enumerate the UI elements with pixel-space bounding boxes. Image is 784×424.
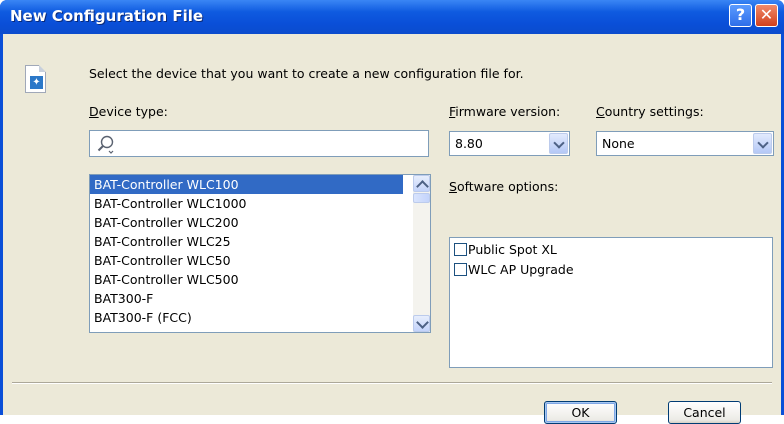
title-bar[interactable]: New Configuration File ? ✕ (0, 0, 784, 34)
device-list-scrollbar[interactable] (413, 175, 430, 332)
chevron-down-icon (553, 137, 565, 149)
firmware-version-select[interactable]: 8.80 (449, 131, 570, 156)
instruction-text: Select the device that you want to creat… (89, 66, 524, 81)
scroll-thumb[interactable] (413, 193, 430, 203)
firmware-dropdown-button[interactable] (549, 133, 568, 154)
scroll-down-button[interactable] (413, 315, 430, 332)
device-search-input[interactable] (89, 130, 429, 157)
checkbox[interactable] (454, 243, 467, 256)
list-item[interactable]: BAT-Controller WLC1000 (90, 194, 403, 213)
firmware-label: Firmware version: (449, 104, 561, 119)
list-item[interactable]: BAT-Controller WLC200 (90, 213, 403, 232)
list-item[interactable]: BAT-Controller WLC50 (90, 251, 403, 270)
option-wlc-ap-upgrade[interactable]: WLC AP Upgrade (454, 262, 574, 278)
cancel-button[interactable]: Cancel (668, 401, 741, 424)
config-badge-icon: ✦ (30, 76, 43, 89)
help-button[interactable]: ? (729, 4, 752, 27)
software-options-label: Software options: (449, 179, 559, 194)
divider (12, 382, 772, 384)
ok-button[interactable]: OK (544, 401, 617, 424)
close-button[interactable]: ✕ (755, 4, 778, 27)
chevron-down-icon (416, 316, 429, 329)
list-item[interactable]: BAT300-F (FCC) (90, 308, 403, 327)
country-label: Country settings: (596, 104, 704, 119)
checkbox[interactable] (454, 263, 467, 276)
scroll-up-button[interactable] (413, 175, 430, 193)
country-dropdown-button[interactable] (753, 133, 772, 154)
list-item[interactable]: BAT300-F-X2 (90, 327, 403, 332)
country-settings-select[interactable]: None (596, 131, 774, 156)
list-item[interactable]: BAT-Controller WLC500 (90, 270, 403, 289)
option-public-spot-xl[interactable]: Public Spot XL (454, 242, 557, 258)
search-icon (97, 135, 114, 154)
list-item[interactable]: BAT-Controller WLC100 (90, 175, 403, 194)
firmware-value: 8.80 (455, 136, 483, 151)
software-options-list: Public Spot XL WLC AP Upgrade (449, 237, 773, 368)
dialog-body: ✦ Select the device that you want to cre… (3, 34, 781, 424)
window-title: New Configuration File (10, 7, 204, 25)
config-file-icon: ✦ (25, 65, 46, 93)
device-type-label: Device type: (89, 104, 168, 119)
list-item[interactable]: BAT-Controller WLC25 (90, 232, 403, 251)
country-value: None (602, 136, 635, 151)
device-type-list[interactable]: BAT-Controller WLC100 BAT-Controller WLC1… (89, 174, 431, 333)
dialog-window: New Configuration File ? ✕ ✦ Select the … (0, 0, 784, 424)
chevron-down-icon (757, 137, 769, 149)
chevron-up-icon (416, 180, 429, 193)
list-item[interactable]: BAT300-F (90, 289, 403, 308)
